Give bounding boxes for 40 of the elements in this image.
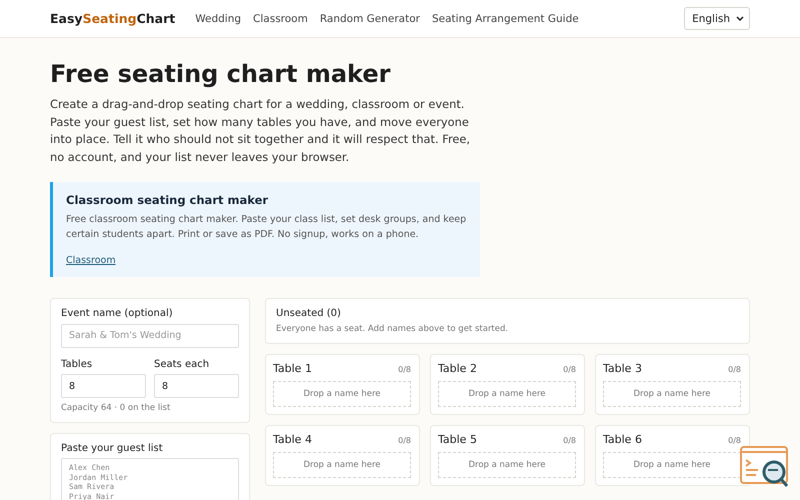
table-name: Table 6	[603, 433, 642, 446]
drop-zone[interactable]: Drop a name here	[438, 381, 576, 407]
field-label: Event name (optional)	[61, 308, 174, 319]
seat-count: 0/8	[728, 365, 741, 374]
callout-title: Classroom seating chart maker	[66, 193, 270, 207]
page-title: Free seating chart maker	[50, 60, 392, 88]
event-name-field[interactable]: Sarah & Tom's Wedding	[61, 324, 239, 348]
callout-text: Free classroom seating chart maker. Paste your class list, set desk groups, and keep certain students apart. Print or save as PDF. No signup, works on a phone.	[66, 213, 467, 242]
table-name: Table 3	[603, 362, 642, 375]
nav-link[interactable]: Seating Arrangement Guide	[432, 12, 579, 24]
classroom-link[interactable]: Classroom	[66, 255, 116, 266]
table-name: Table 1	[273, 362, 312, 375]
drop-zone[interactable]: Drop a name here	[273, 452, 411, 478]
table-name: Table 2	[438, 362, 477, 375]
table-name: Table 5	[438, 433, 477, 446]
nav-link[interactable]: Random Generator	[320, 12, 420, 24]
capacity-text: Capacity 64 · 0 on the list	[61, 403, 172, 413]
tables-field[interactable]: 8	[61, 374, 146, 398]
seat-count: 0/8	[563, 436, 576, 445]
unseated-text: Everyone has a seat. Add names above to get started.	[276, 324, 510, 334]
site-logo[interactable]: EasySeatingChart	[50, 11, 176, 26]
drop-zone[interactable]: Drop a name here	[438, 452, 576, 478]
drop-zone[interactable]: Drop a name here	[603, 381, 741, 407]
seats-field[interactable]: 8	[154, 374, 239, 398]
language-select[interactable]: English	[684, 7, 750, 30]
field-label: Tables	[61, 358, 94, 370]
nav-link[interactable]: Wedding	[195, 12, 242, 24]
seat-count: 0/8	[728, 436, 741, 445]
seat-count: 0/8	[563, 365, 576, 374]
drop-zone[interactable]: Drop a name here	[273, 381, 411, 407]
table-name: Table 4	[273, 433, 312, 446]
unseated-title: Unseated (0)	[276, 308, 342, 319]
browser-search-icon[interactable]	[740, 446, 790, 488]
chevron-down-icon	[736, 16, 744, 21]
field-label: Seats each	[154, 358, 210, 370]
nav-link[interactable]: Classroom	[253, 12, 308, 24]
seat-count: 0/8	[398, 365, 411, 374]
seat-count: 0/8	[398, 436, 411, 445]
intro-paragraph: Create a drag-and-drop seating chart for a wedding, classroom or event. Paste your guest list, set how many tables you have, and move everyone into place. Tell it who should not sit together and it will respect that. Free, no account, and your list never leaves your browser.	[50, 96, 472, 166]
field-label: Paste your guest list	[61, 443, 164, 454]
